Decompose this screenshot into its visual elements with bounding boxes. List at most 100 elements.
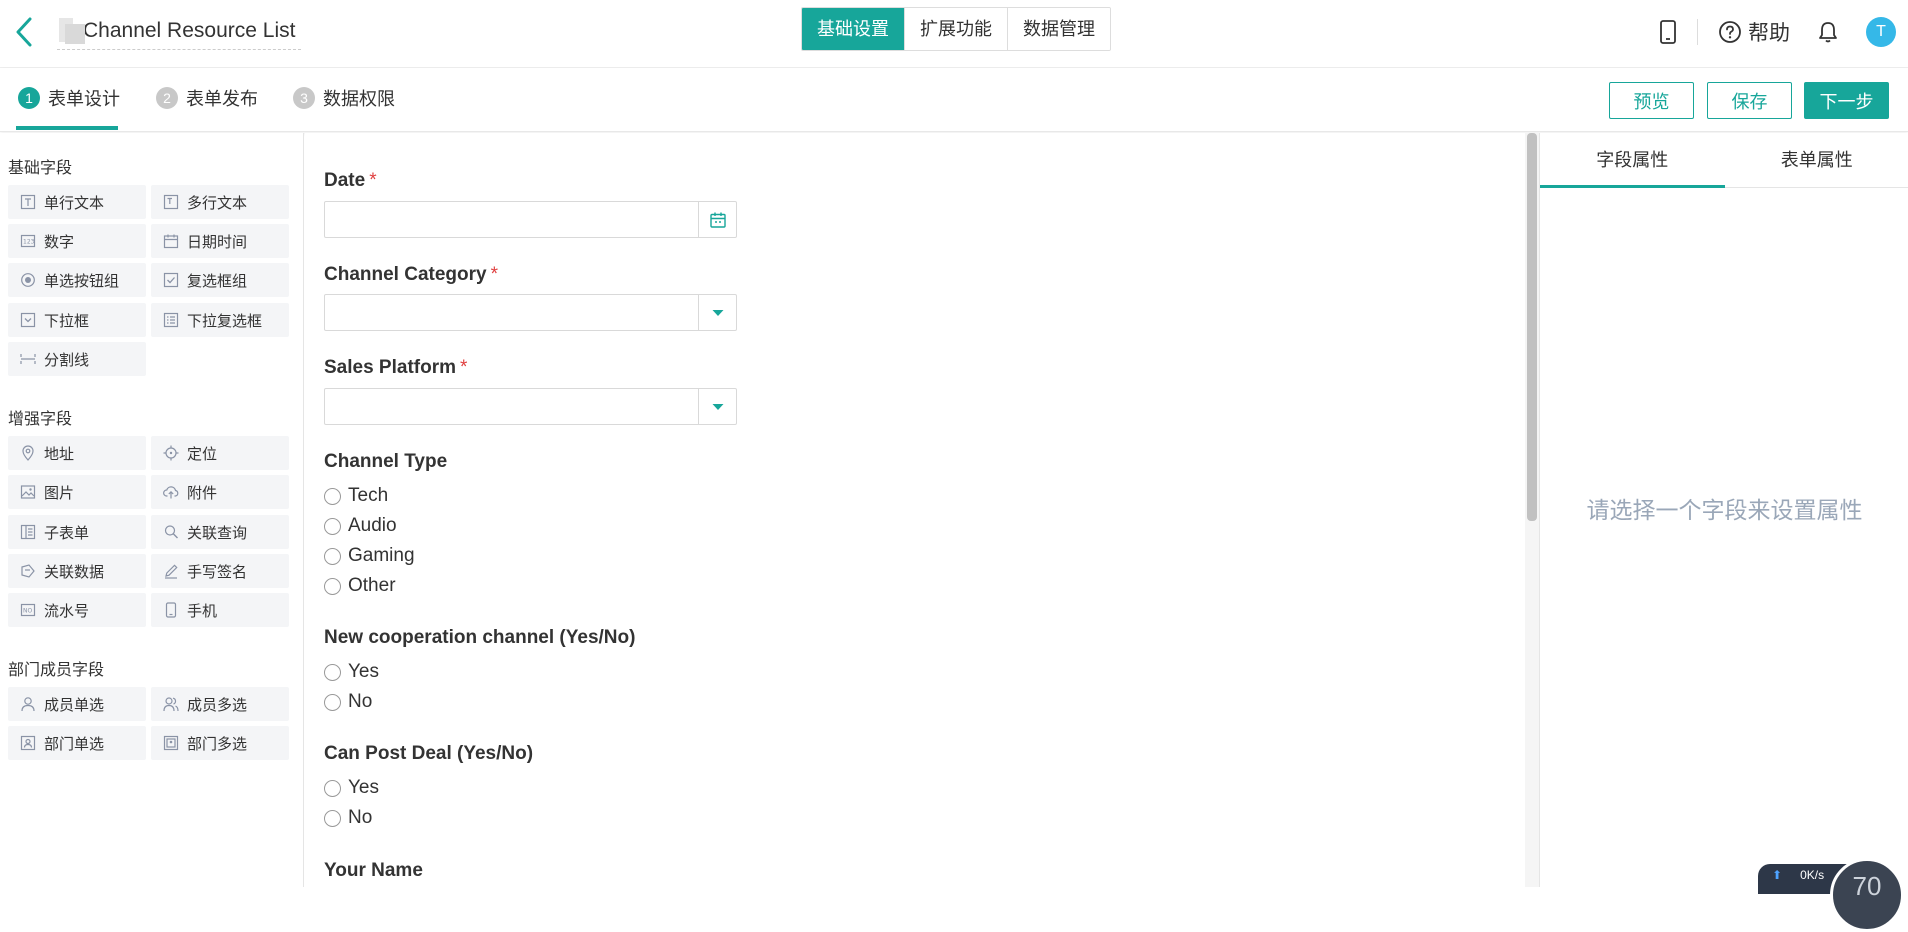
sales-platform-select[interactable] (324, 388, 737, 425)
back-button[interactable] (8, 14, 40, 50)
field-linked-data[interactable]: 关联数据 (8, 554, 146, 588)
field-label: 单行文本 (44, 192, 104, 213)
tab-form-properties[interactable]: 表单属性 (1725, 133, 1908, 187)
field-dropdown[interactable]: 下拉框 (8, 303, 146, 337)
step-label: 数据权限 (323, 85, 395, 111)
radio-option[interactable]: Gaming (324, 545, 415, 567)
field-label: 定位 (187, 443, 217, 464)
canvas-scrollbar[interactable] (1525, 133, 1539, 887)
calendar-icon (709, 211, 727, 229)
radio-circle (324, 488, 341, 505)
next-step-button[interactable]: 下一步 (1804, 82, 1889, 119)
step-label: 表单发布 (186, 85, 258, 111)
field-dropdown-multiselect[interactable]: 下拉复选框 (151, 303, 289, 337)
sales-platform-field-label[interactable]: Sales Platform* (324, 357, 467, 379)
link-data-icon (20, 563, 36, 579)
field-serial-number[interactable]: NO 流水号 (8, 593, 146, 627)
preview-button[interactable]: 预览 (1609, 82, 1694, 119)
radio-label: Audio (348, 515, 397, 537)
step-form-design[interactable]: 1 表单设计 (18, 82, 120, 114)
pen-icon (163, 563, 179, 579)
field-number[interactable]: 123 数字 (8, 224, 146, 258)
field-label: 图片 (44, 482, 74, 503)
scrollbar-thumb[interactable] (1527, 133, 1537, 521)
field-divider[interactable]: 分割线 (8, 342, 146, 376)
upload-arrow-icon: ⬆ (1772, 868, 1782, 882)
step-data-permissions[interactable]: 3 数据权限 (293, 82, 395, 114)
field-department-multi[interactable]: 部门多选 (151, 726, 289, 760)
radio-option[interactable]: No (324, 691, 372, 713)
help-icon (1718, 20, 1742, 44)
radio-option[interactable]: Yes (324, 661, 379, 683)
field-radio-group[interactable]: 单选按钮组 (8, 263, 146, 297)
dropdown-toggle[interactable] (698, 295, 736, 330)
your-name-field-label[interactable]: Your Name (324, 860, 423, 882)
multiselect-icon (163, 312, 179, 328)
dropdown-icon (20, 312, 36, 328)
channel-category-field-label[interactable]: Channel Category* (324, 264, 498, 286)
form-canvas: Date* Channel Category* Sales Platform* … (305, 133, 1530, 887)
radio-option[interactable]: Tech (324, 485, 388, 507)
field-department-single[interactable]: 部门单选 (8, 726, 146, 760)
help-button[interactable]: 帮助 (1718, 17, 1790, 47)
field-location[interactable]: 定位 (151, 436, 289, 470)
properties-tabs: 字段属性 表单属性 (1540, 133, 1908, 188)
dropdown-toggle[interactable] (698, 389, 736, 424)
segment-extensions[interactable]: 扩展功能 (905, 8, 1008, 50)
field-label: 下拉框 (44, 310, 89, 331)
field-label: 手写签名 (187, 561, 247, 582)
date-picker-button[interactable] (698, 202, 736, 237)
segment-data-management[interactable]: 数据管理 (1008, 8, 1110, 50)
field-phone[interactable]: 手机 (151, 593, 289, 627)
chevron-left-icon (14, 16, 34, 48)
group-title-basic: 基础字段 (8, 154, 72, 178)
app-title: Channel Resource List (83, 19, 295, 43)
field-multi-line-text[interactable]: 多行文本 (151, 185, 289, 219)
field-image[interactable]: 图片 (8, 475, 146, 509)
channel-category-select[interactable] (324, 294, 737, 331)
group-title-members: 部门成员字段 (8, 656, 104, 680)
textarea-icon (163, 194, 179, 210)
field-label: 下拉复选框 (187, 310, 262, 331)
network-speed-widget[interactable]: ⬆ 0K/s 70 (1758, 858, 1908, 887)
radio-option[interactable]: Audio (324, 515, 397, 537)
radio-icon (20, 272, 36, 288)
radio-label: No (348, 807, 372, 829)
new-cooperation-field-label[interactable]: New cooperation channel (Yes/No) (324, 627, 635, 649)
date-input[interactable] (324, 201, 737, 238)
field-address[interactable]: 地址 (8, 436, 146, 470)
departments-icon (163, 735, 179, 751)
field-single-line-text[interactable]: 单行文本 (8, 185, 146, 219)
mobile-preview-button[interactable] (1659, 20, 1677, 44)
field-title: Date (324, 170, 365, 191)
tab-field-properties[interactable]: 字段属性 (1540, 133, 1725, 187)
caret-down-icon (711, 308, 725, 318)
field-member-single[interactable]: 成员单选 (8, 687, 146, 721)
can-post-deal-field-label[interactable]: Can Post Deal (Yes/No) (324, 743, 533, 765)
mobile-icon (1659, 20, 1677, 44)
notification-button[interactable] (1818, 20, 1838, 44)
field-linked-query[interactable]: 关联查询 (151, 515, 289, 549)
department-icon (20, 735, 36, 751)
date-field-label[interactable]: Date* (324, 170, 377, 192)
field-date-time[interactable]: 日期时间 (151, 224, 289, 258)
channel-type-field-label[interactable]: Channel Type (324, 451, 447, 473)
field-signature[interactable]: 手写签名 (151, 554, 289, 588)
radio-option[interactable]: Other (324, 575, 396, 597)
avatar[interactable]: T (1866, 17, 1896, 47)
step-form-publish[interactable]: 2 表单发布 (156, 82, 258, 114)
required-marker: * (369, 170, 376, 191)
caret-down-icon (711, 402, 725, 412)
app-title-area[interactable]: Channel Resource List (57, 12, 301, 50)
field-member-multi[interactable]: 成员多选 (151, 687, 289, 721)
field-subform[interactable]: 子表单 (8, 515, 146, 549)
save-button[interactable]: 保存 (1707, 82, 1792, 119)
help-label: 帮助 (1748, 17, 1790, 47)
field-title: Sales Platform (324, 357, 456, 378)
segment-basic-settings[interactable]: 基础设置 (802, 8, 905, 50)
radio-option[interactable]: No (324, 807, 372, 829)
field-attachment[interactable]: 附件 (151, 475, 289, 509)
field-checkbox-group[interactable]: 复选框组 (151, 263, 289, 297)
radio-circle (324, 810, 341, 827)
radio-option[interactable]: Yes (324, 777, 379, 799)
